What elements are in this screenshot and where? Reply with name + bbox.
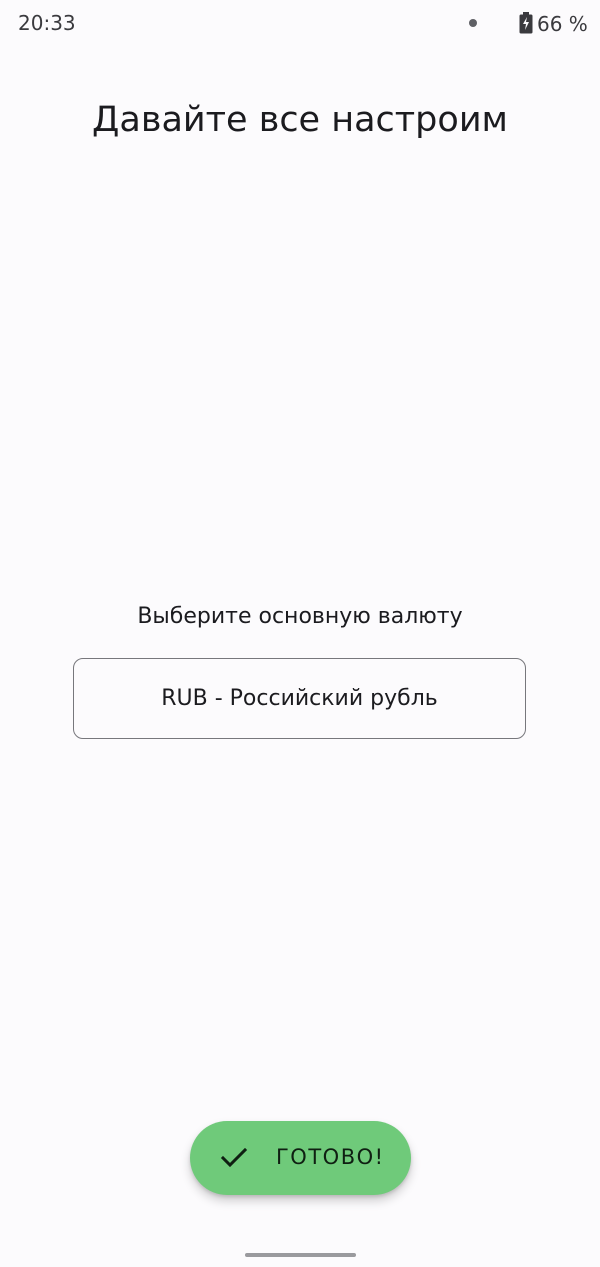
navigation-handle[interactable] xyxy=(245,1253,356,1257)
notification-dot-icon xyxy=(469,19,477,27)
battery-percent: 66 % xyxy=(537,12,588,36)
status-time: 20:33 xyxy=(18,11,76,35)
currency-select[interactable]: RUB - Российский рубль xyxy=(73,658,526,739)
currency-label: Выберите основную валюту xyxy=(137,604,463,629)
battery-charging-icon xyxy=(519,12,533,34)
status-bar: 20:33 66 % xyxy=(0,0,600,48)
done-button[interactable]: ГОТОВО! xyxy=(190,1121,411,1195)
check-icon xyxy=(220,1147,248,1168)
currency-select-value: RUB - Российский рубль xyxy=(161,686,438,711)
done-button-label: ГОТОВО! xyxy=(276,1145,385,1169)
page-title: Давайте все настроим xyxy=(92,100,508,140)
